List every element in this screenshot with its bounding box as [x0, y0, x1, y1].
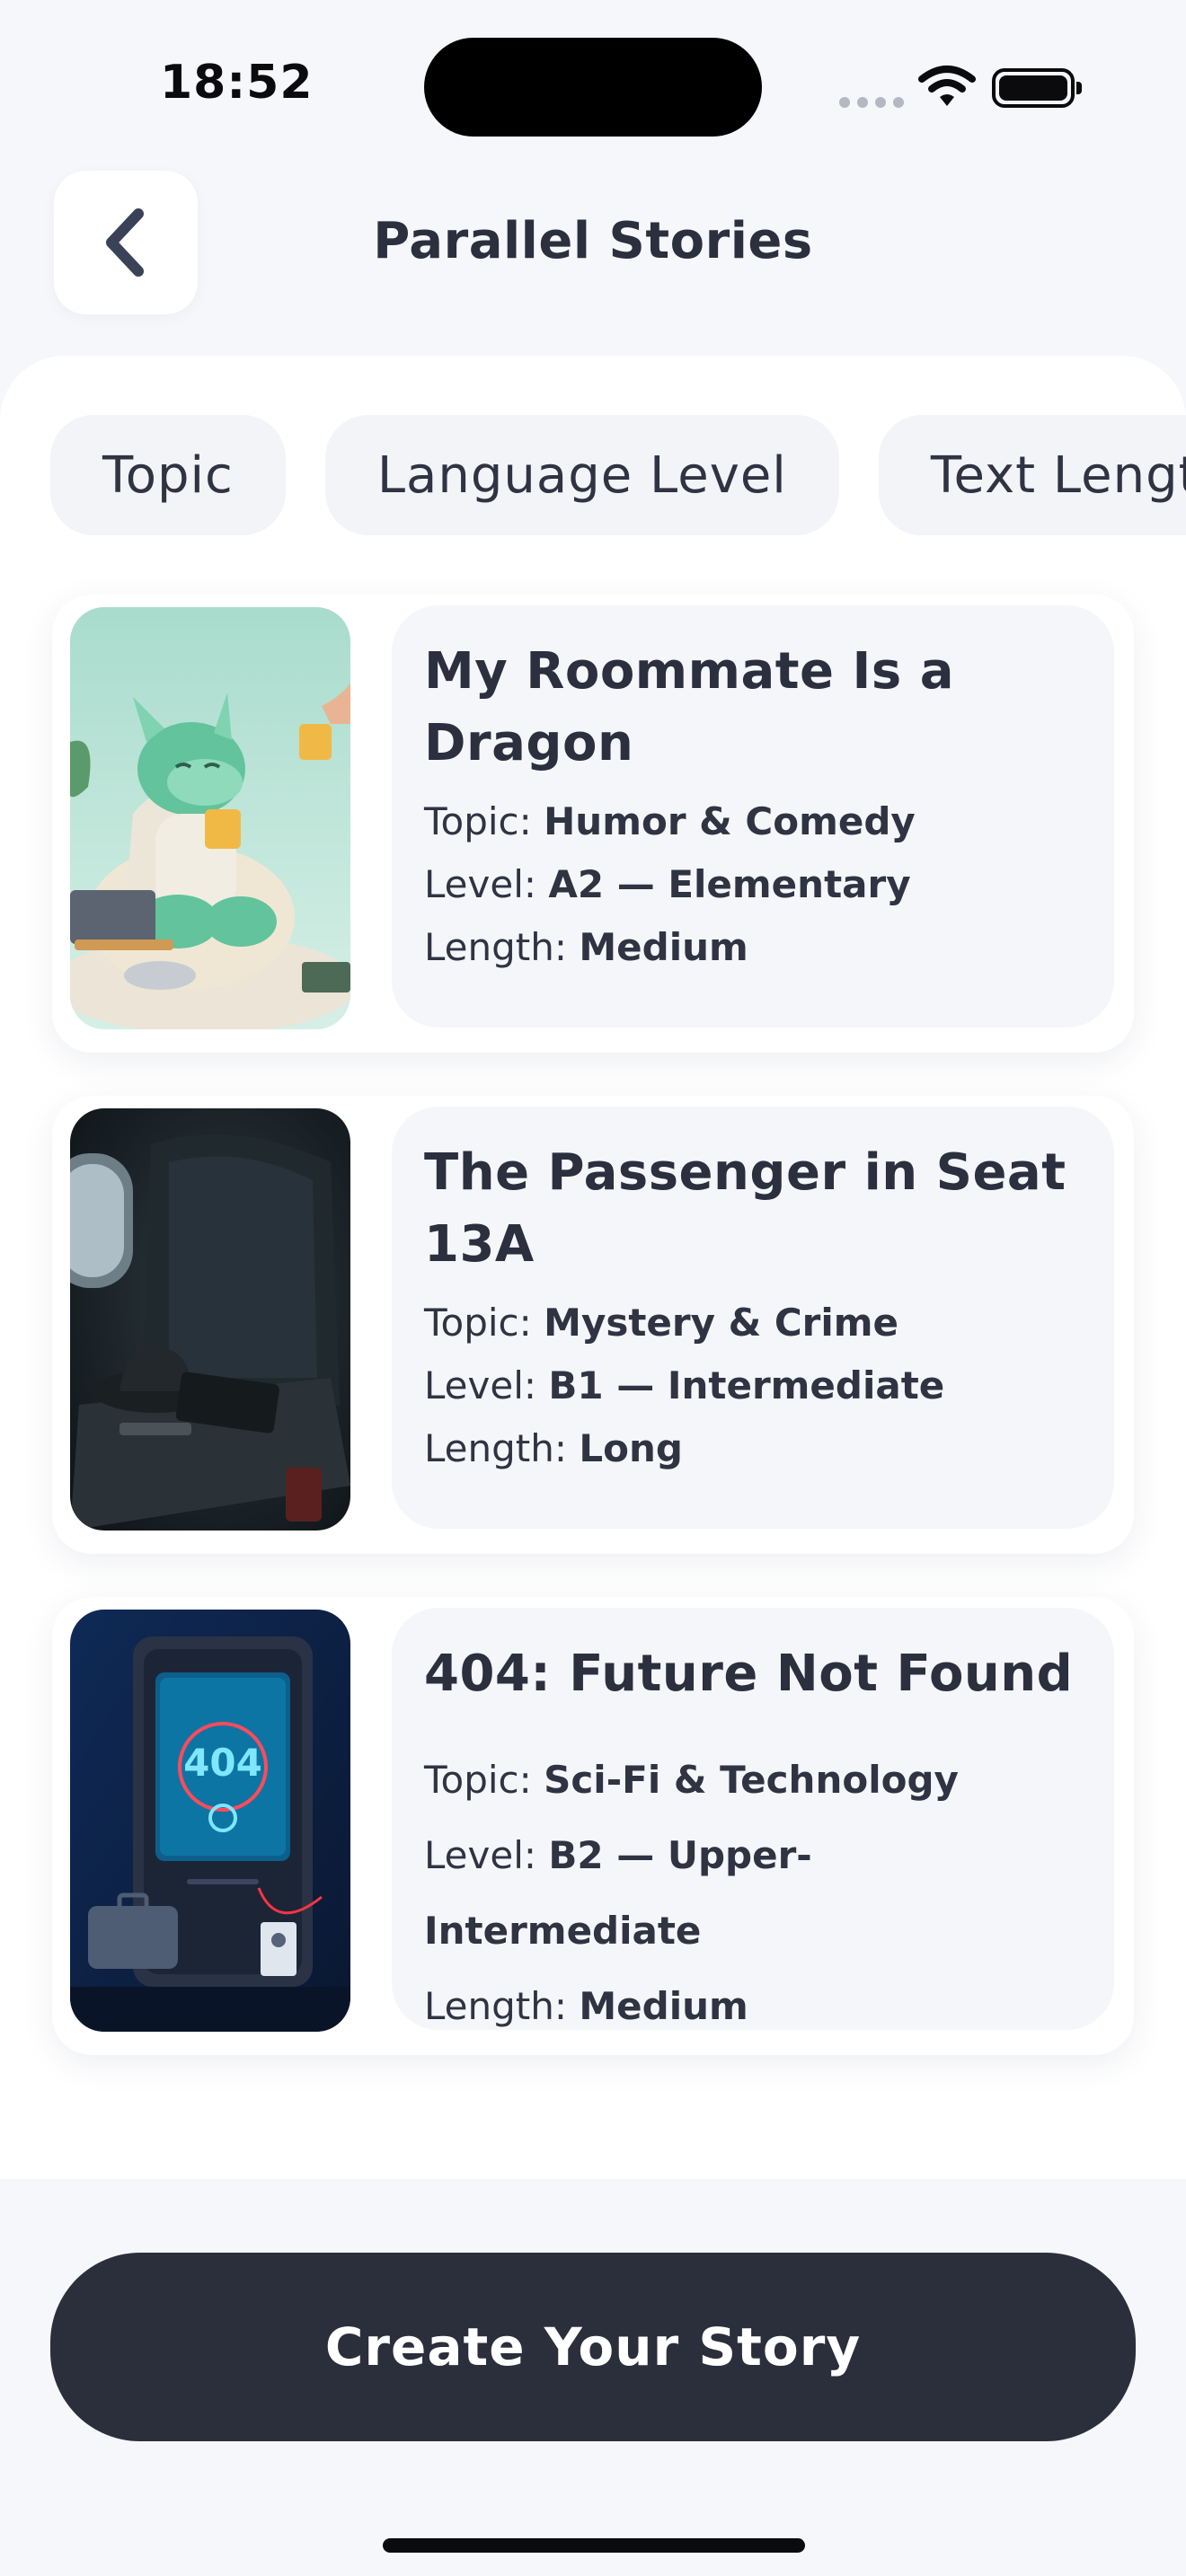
story-title: 404: Future Not Found [424, 1645, 1074, 1703]
story-title: The Passenger in Seat 13A [424, 1143, 1067, 1274]
page-title: Parallel Stories [373, 212, 813, 270]
story-topic: Topic: Humor & Comedy [424, 799, 916, 843]
status-time: 18:52 [160, 56, 314, 110]
story-level: Level: B1 — Intermediate [424, 1363, 945, 1407]
story-card-404[interactable]: 404 404: Future Not Found Topic: Sci-Fi … [52, 1597, 1134, 2055]
filter-chip-text-length[interactable]: Text Length [878, 415, 1186, 535]
story-length: Length: Medium [424, 1984, 748, 2028]
create-story-button[interactable]: Create Your Story [50, 2253, 1136, 2441]
status-icons [839, 61, 1082, 111]
story-card-passenger[interactable]: The Passenger in Seat 13A Topic: Mystery… [52, 1096, 1134, 1554]
image-404-text: 404 [183, 1741, 262, 1785]
filter-chip-topic[interactable]: Topic [50, 415, 286, 535]
dynamic-island [424, 38, 762, 137]
story-info: My Roommate Is a Dragon Topic: Humor & C… [392, 605, 1114, 1028]
story-level: Level: B2 — Upper-Intermediate [424, 1833, 812, 1953]
story-image-dragon [70, 607, 350, 1029]
filter-chips: Topic Language Level Text Length [50, 415, 1186, 535]
screen: 18:52 Parallel Stories Topic Language Le… [0, 0, 1186, 2576]
story-level: Level: A2 — Elementary [424, 862, 911, 906]
cellular-signal-icon [839, 97, 904, 108]
story-topic: Topic: Sci-Fi & Technology [424, 1758, 959, 1802]
filter-chip-language-level[interactable]: Language Level [324, 415, 839, 535]
story-info: The Passenger in Seat 13A Topic: Mystery… [392, 1107, 1114, 1529]
story-image-passenger [70, 1108, 350, 1531]
story-title: My Roommate Is a Dragon [424, 642, 954, 772]
wifi-icon [918, 66, 976, 106]
battery-icon [992, 68, 1082, 108]
story-image-404: 404 [70, 1610, 350, 2032]
story-card-dragon[interactable]: My Roommate Is a Dragon Topic: Humor & C… [52, 595, 1134, 1053]
story-length: Length: Long [424, 1426, 683, 1470]
story-info: 404: Future Not Found Topic: Sci-Fi & Te… [392, 1608, 1114, 2030]
story-topic: Topic: Mystery & Crime [424, 1301, 899, 1345]
story-length: Length: Medium [424, 925, 748, 969]
home-indicator[interactable] [383, 2538, 805, 2553]
